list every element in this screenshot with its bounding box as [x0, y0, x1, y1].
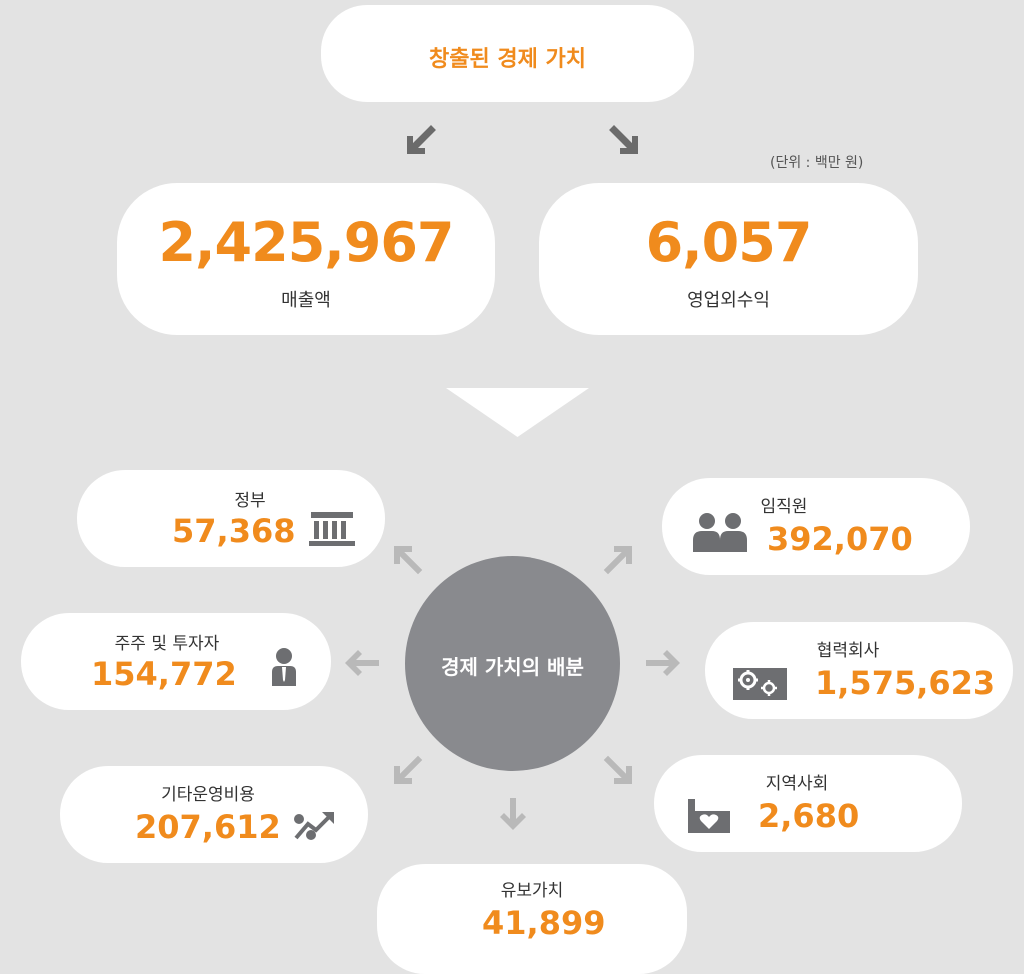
employees-label: 임직원	[760, 497, 808, 517]
employees-value: 392,070	[767, 520, 913, 558]
retained-box: 유보가치 41,899	[377, 864, 687, 974]
arrow-down-left-icon	[407, 125, 436, 154]
non-operating-income-label: 영업외수익	[687, 290, 770, 311]
shareholders-value: 154,772	[91, 655, 237, 693]
employees-box: 임직원 392,070	[662, 478, 970, 575]
arrow-down-left-light-icon	[394, 755, 423, 784]
revenue-box: 2,425,967 매출액	[117, 183, 495, 335]
arrow-right-icon	[646, 650, 680, 676]
non-operating-income-box: 6,057 영업외수익	[539, 183, 918, 335]
percent-trend-icon	[294, 812, 334, 840]
center-label: 경제 가치의 배분	[441, 655, 584, 679]
people-icon	[693, 513, 747, 552]
arrow-down-icon	[500, 798, 526, 830]
arrow-up-left-icon	[394, 546, 423, 575]
non-operating-income-value: 6,057	[645, 211, 813, 274]
retained-label: 유보가치	[500, 881, 564, 901]
retained-value: 41,899	[482, 904, 606, 942]
partners-box: 협력회사 1,575,623	[705, 622, 1013, 719]
arrow-left-icon	[345, 650, 379, 676]
community-value: 2,680	[758, 797, 860, 835]
revenue-label: 매출액	[281, 290, 331, 311]
arrow-down-right-light-icon	[603, 755, 632, 784]
title: 창출된 경제 가치	[429, 47, 586, 72]
arrow-up-right-icon	[603, 546, 632, 575]
partners-value: 1,575,623	[815, 664, 996, 702]
community-box: 지역사회 2,680	[654, 755, 962, 852]
down-triangle-icon	[446, 388, 589, 437]
shareholders-box: 주주 및 투자자 154,772	[21, 613, 331, 710]
unit-note: (단위 : 백만 원)	[770, 155, 864, 171]
community-label: 지역사회	[765, 774, 829, 794]
government-label: 정부	[234, 491, 266, 511]
operating-costs-box: 기타운영비용 207,612	[60, 766, 368, 863]
gears-icon	[733, 668, 787, 700]
government-building-icon	[309, 512, 355, 546]
title-box: 창출된 경제 가치	[321, 5, 694, 102]
operating-costs-label: 기타운영비용	[161, 785, 255, 805]
distribution-center-circle: 경제 가치의 배분	[405, 556, 620, 771]
government-value: 57,368	[172, 512, 296, 550]
revenue-value: 2,425,967	[158, 211, 454, 274]
partners-label: 협력회사	[816, 641, 880, 661]
community-heart-icon	[688, 799, 730, 833]
arrow-down-right-icon	[609, 125, 638, 154]
shareholders-label: 주주 및 투자자	[114, 634, 220, 654]
operating-costs-value: 207,612	[135, 808, 281, 846]
investor-person-icon	[272, 648, 296, 686]
government-box: 정부 57,368	[77, 470, 385, 567]
